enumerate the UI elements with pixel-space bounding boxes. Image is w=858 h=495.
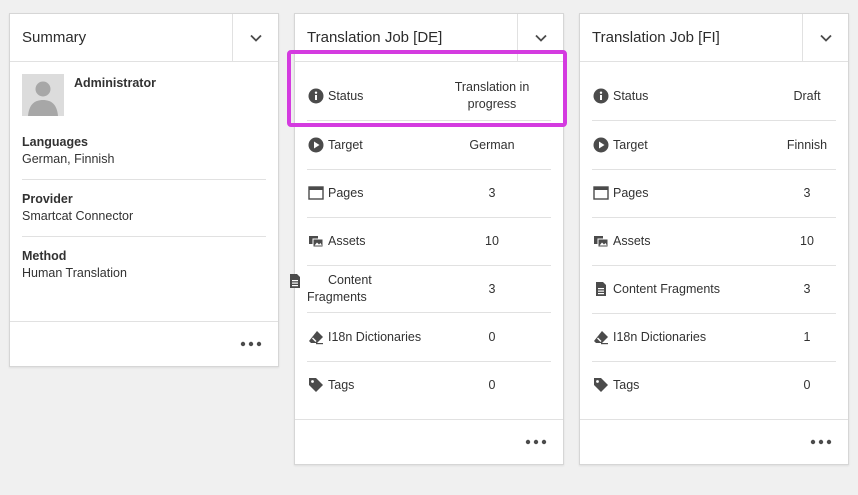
eraser-icon [307, 329, 324, 346]
row-label: Status [613, 88, 649, 103]
job-card-footer [295, 419, 563, 464]
more-actions-icon[interactable] [810, 439, 832, 445]
tag-icon [307, 377, 324, 394]
row-value: 3 [803, 281, 811, 296]
pages-icon [307, 185, 324, 202]
job-row-i18n: I18n Dictionaries 0 [307, 313, 551, 362]
more-actions-icon[interactable] [525, 439, 547, 445]
job-row-assets: Assets 10 [307, 217, 551, 266]
row-value: Translation in progress [454, 80, 530, 111]
row-value: 3 [803, 185, 811, 200]
assets-icon [307, 233, 324, 250]
job-row-content-fragments: Content Fragments 3 [592, 265, 836, 314]
chevron-down-icon [534, 31, 548, 45]
row-label: Tags [613, 377, 640, 392]
summary-card: Summary Administrator Languages German, … [9, 13, 279, 367]
play-icon [307, 137, 324, 154]
job-expand-button[interactable] [802, 14, 848, 61]
row-value: 0 [488, 377, 496, 392]
row-label: I18n Dictionaries [328, 329, 422, 344]
summary-value: German, Finnish [22, 152, 115, 166]
summary-expand-button[interactable] [232, 14, 278, 61]
tag-icon [592, 377, 609, 394]
document-icon [286, 272, 303, 289]
avatar [22, 74, 64, 116]
job-row-content-fragments: Content Fragments 3 [307, 265, 551, 313]
job-expand-button[interactable] [517, 14, 563, 61]
row-label: Content Fragments [613, 281, 720, 296]
summary-label: Provider [22, 192, 73, 206]
row-label: Content Fragments [307, 272, 397, 306]
job-row-tags: Tags 0 [592, 361, 836, 409]
row-value: 0 [803, 377, 811, 392]
row-value: 0 [488, 329, 496, 344]
row-label-text: Content Fragments [307, 273, 372, 304]
job-card-footer [580, 419, 848, 464]
play-icon [592, 137, 609, 154]
info-icon [592, 88, 609, 105]
row-label: Pages [613, 185, 649, 200]
row-value: German [469, 137, 515, 152]
job-card-fi: Translation Job [FI] Status Draft Target… [579, 13, 849, 465]
summary-value: Human Translation [22, 266, 127, 280]
summary-method: Method Human Translation [22, 237, 266, 293]
chevron-down-icon [249, 31, 263, 45]
job-row-tags: Tags 0 [307, 361, 551, 409]
row-value: 10 [485, 233, 499, 248]
job-card-de: Translation Job [DE] Status Translation … [294, 13, 564, 465]
job-row-status: Status Draft [592, 72, 836, 121]
pages-icon [592, 185, 609, 202]
row-value: Draft [793, 88, 821, 103]
user-name: Administrator [74, 76, 156, 90]
info-icon [307, 88, 324, 105]
row-value: Finnish [786, 137, 828, 152]
job-row-target: Target Finnish [592, 121, 836, 170]
summary-provider: Provider Smartcat Connector [22, 180, 266, 237]
row-label: Assets [328, 233, 366, 248]
summary-value: Smartcat Connector [22, 209, 134, 223]
chevron-down-icon [819, 31, 833, 45]
row-value: 10 [800, 233, 814, 248]
row-label: Assets [613, 233, 651, 248]
summary-card-footer [10, 321, 278, 366]
row-label: I18n Dictionaries [613, 329, 707, 344]
summary-label: Languages [22, 135, 88, 149]
job-row-pages: Pages 3 [307, 169, 551, 218]
summary-label: Method [22, 249, 67, 263]
summary-card-header: Summary [10, 14, 278, 62]
row-label: Target [613, 137, 648, 152]
row-label: Tags [328, 377, 355, 392]
job-row-status: Status Translation in progress [307, 72, 551, 121]
job-card-title: Translation Job [DE] [307, 29, 443, 46]
more-actions-icon[interactable] [240, 341, 262, 347]
row-value: 1 [803, 329, 811, 344]
job-row-pages: Pages 3 [592, 169, 836, 218]
user-row: Administrator [10, 62, 278, 116]
job-row-i18n: I18n Dictionaries 1 [592, 313, 836, 362]
job-card-header: Translation Job [FI] [580, 14, 848, 62]
row-value: 3 [488, 282, 496, 296]
user-avatar-icon [22, 74, 64, 116]
eraser-icon [592, 329, 609, 346]
summary-card-title: Summary [22, 29, 87, 46]
row-label: Pages [328, 185, 364, 200]
summary-languages: Languages German, Finnish [22, 123, 266, 180]
document-icon [592, 281, 609, 298]
row-value: 3 [488, 185, 496, 200]
job-card-header: Translation Job [DE] [295, 14, 563, 62]
row-label: Status [328, 88, 364, 103]
job-card-title: Translation Job [FI] [592, 29, 720, 46]
job-row-target: Target German [307, 121, 551, 170]
job-row-assets: Assets 10 [592, 217, 836, 266]
row-label: Target [328, 137, 363, 152]
assets-icon [592, 233, 609, 250]
